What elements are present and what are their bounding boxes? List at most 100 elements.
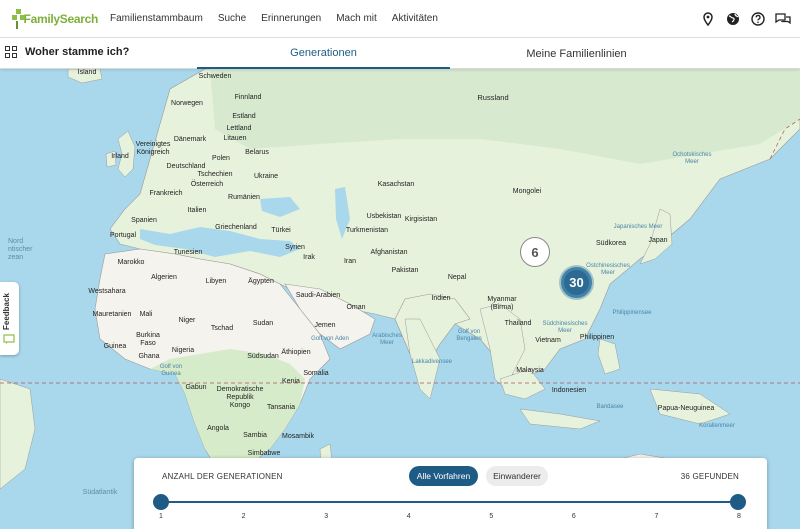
map-label-lettland: Lettland	[226, 125, 252, 132]
tree-logo-icon	[12, 8, 25, 29]
location-icon[interactable]	[700, 11, 716, 27]
nav-aktivitaeten[interactable]: Aktivitäten	[392, 13, 438, 24]
filter-all-ancestors-button[interactable]: Alle Vorfahren	[409, 466, 478, 486]
map-label-simbabwe: Simbabwe	[247, 450, 281, 457]
map-label-lakkadivensee: Lakkadivensee	[411, 359, 453, 365]
map-label-myanmar: Myanmar (Birma)	[487, 296, 517, 311]
nav-icons	[700, 0, 800, 38]
map-label-ostchinesisches-meer: Ostchinesisches Meer	[586, 263, 630, 276]
feedback-label: Feedback	[2, 293, 11, 330]
generations-count-label: ANZAHL DER GENERATIONEN	[162, 472, 283, 481]
map-label-griechenland: Griechenland	[215, 224, 257, 231]
map-label-tschechien: Tschechien	[197, 171, 233, 178]
apps-grid-icon[interactable]	[5, 46, 18, 59]
map-label-polen: Polen	[212, 155, 230, 162]
generation-slider-max-handle[interactable]	[730, 494, 746, 510]
map-label-japan: Japan	[648, 237, 668, 244]
map-label-aegypten: Ägypten	[248, 278, 274, 285]
map-label-philippinensee: Philippinensee	[612, 310, 652, 316]
map-label-somalia: Somalia	[303, 370, 329, 377]
map-label-ghana: Ghana	[138, 353, 160, 360]
map-label-irland: Irland	[111, 153, 129, 160]
map-label-irak: Irak	[303, 254, 315, 261]
map-label-deutschland: Deutschland	[166, 163, 206, 170]
map-label-nepal: Nepal	[447, 274, 467, 281]
map-label-thailand: Thailand	[504, 320, 532, 327]
generation-slider-min-handle[interactable]	[153, 494, 169, 510]
map-label-turkmenistan: Turkmenistan	[345, 227, 389, 234]
map-label-ochotskisches-meer: Ochotskisches Meer	[672, 152, 712, 165]
map-label-papua-neuguinea: Papua-Neuguinea	[657, 405, 715, 412]
map-label-vk: Vereinigtes Königreich	[135, 141, 171, 156]
map-label-philippinen: Philippinen	[579, 334, 615, 341]
map-label-gabun: Gabun	[185, 384, 207, 391]
map-label-tansania: Tansania	[266, 404, 296, 411]
map-label-golf-von-bengalen: Golf von Bengalen	[456, 329, 482, 342]
map-label-afghanistan: Afghanistan	[370, 249, 408, 256]
nav-erinnerungen[interactable]: Erinnerungen	[261, 13, 321, 24]
map-label-suedsudan: Südsudan	[247, 353, 279, 360]
map-label-oesterreich: Österreich	[190, 181, 224, 188]
map-label-dr-kongo: Demokratische Republik Kongo	[216, 386, 264, 409]
generation-tick-5: 5	[489, 513, 494, 520]
map-label-mongolei: Mongolei	[512, 188, 542, 195]
map-label-kirgisistan: Kirgisistan	[404, 216, 438, 223]
map-label-oman: Oman	[346, 304, 366, 311]
feedback-tab[interactable]: Feedback	[0, 282, 19, 355]
map-label-spanien: Spanien	[131, 217, 157, 224]
map-label-jemen: Jemen	[314, 322, 336, 329]
help-icon[interactable]	[750, 11, 766, 27]
map-label-suedchinesisches-meer: Südchinesisches Meer	[542, 321, 588, 334]
map-label-italien: Italien	[187, 207, 207, 214]
map-label-pakistan: Pakistan	[391, 267, 419, 274]
tab-meine-familienlinien[interactable]: Meine Familienlinien	[450, 38, 703, 69]
map-label-iran: Iran	[343, 258, 357, 265]
map-label-finnland: Finnland	[234, 94, 262, 101]
nav-suche[interactable]: Suche	[218, 13, 246, 24]
map-label-usbekistan: Usbekistan	[366, 213, 402, 220]
map-label-malaysia: Malaysia	[516, 367, 544, 374]
map-label-estland: Estland	[232, 113, 256, 120]
cluster-east-china-sea[interactable]: 30	[561, 267, 592, 298]
filter-immigrants-button[interactable]: Einwanderer	[486, 466, 548, 486]
map-label-tunesien: Tunesien	[173, 249, 203, 256]
generation-tick-4: 4	[406, 513, 411, 520]
map-label-tuerkei: Türkei	[271, 227, 291, 234]
tab-generationen[interactable]: Generationen	[197, 38, 450, 69]
map-label-japanisches-meer: Japanisches Meer	[613, 224, 663, 230]
nav-familienstammbaum[interactable]: Familienstammbaum	[110, 13, 203, 24]
generation-tick-1: 1	[159, 513, 163, 520]
map-label-daenemark: Dänemark	[173, 136, 207, 143]
map-label-nordatlantik: Nord ntischer zean	[8, 238, 33, 261]
map-label-russland: Russland	[477, 93, 509, 102]
generation-slider-track[interactable]	[161, 501, 739, 503]
map-label-golf-von-aden: Golf von Aden	[311, 336, 349, 342]
feedback-icon	[3, 332, 15, 344]
map-label-sudan: Sudan	[252, 320, 274, 327]
map-label-kasachstan: Kasachstan	[377, 181, 415, 188]
chat-icon[interactable]	[775, 11, 791, 27]
map-label-niger: Niger	[178, 317, 196, 324]
map-label-mauretanien: Mauretanien	[92, 311, 132, 318]
map-label-burkina-faso: Burkina Faso	[136, 332, 160, 347]
map-label-schweden: Schweden	[198, 73, 232, 80]
familysearch-logo[interactable]: FamilySearch	[12, 8, 98, 29]
map-label-arabisches-meer: Arabisches Meer	[372, 333, 402, 346]
map-label-norwegen: Norwegen	[171, 100, 203, 107]
nav-mach-mit[interactable]: Mach mit	[336, 13, 377, 24]
generation-tick-2: 2	[241, 513, 246, 520]
map-label-belarus: Belarus	[245, 149, 269, 156]
map-label-ukraine: Ukraine	[253, 173, 279, 180]
map-label-rumaenien: Rumänien	[228, 194, 260, 201]
cluster-china[interactable]: 6	[520, 237, 550, 267]
map-label-angola: Angola	[207, 425, 229, 432]
found-count: 36 GEFUNDEN	[680, 472, 739, 481]
globe-icon[interactable]	[725, 11, 741, 27]
page-title: Woher stamme ich?	[25, 46, 130, 58]
generation-tick-7: 7	[654, 513, 659, 520]
main-nav: Familienstammbaum Suche Erinnerungen Mac…	[110, 13, 453, 24]
map-label-saudi-arabien: Saudi-Arabien	[295, 292, 341, 299]
map-label-litauen: Litauen	[223, 135, 247, 142]
map-label-mali: Mali	[139, 311, 153, 318]
map-label-indonesien: Indonesien	[551, 387, 587, 394]
